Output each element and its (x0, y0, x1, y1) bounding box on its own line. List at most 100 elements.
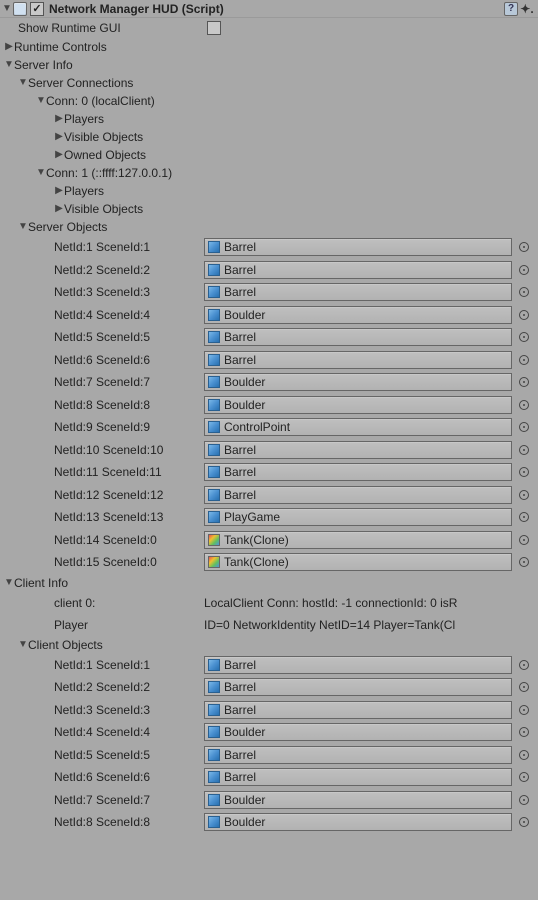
server-object-row: NetId:15 SceneId:0 Tank(Clone) (0, 551, 538, 574)
component-foldout-icon[interactable] (2, 3, 12, 15)
object-id-label: NetId:13 SceneId:13 (0, 510, 204, 524)
object-picker-icon[interactable] (516, 554, 532, 570)
connection-label: Conn: 1 (::ffff:127.0.0.1) (46, 166, 172, 180)
object-picker-icon[interactable] (516, 532, 532, 548)
object-id-label: NetId:9 SceneId:9 (0, 420, 204, 434)
object-id-label: NetId:3 SceneId:3 (0, 703, 204, 717)
object-picker-icon[interactable] (516, 442, 532, 458)
show-runtime-gui-row: Show Runtime GUI (0, 18, 538, 38)
client-objects-foldout[interactable]: Client Objects (0, 636, 538, 654)
object-field[interactable]: Barrel (204, 328, 512, 346)
client-object-row: NetId:5 SceneId:5 Barrel (0, 744, 538, 767)
connection-foldout[interactable]: Conn: 0 (localClient) (0, 92, 538, 110)
object-field[interactable]: Barrel (204, 656, 512, 674)
object-picker-icon[interactable] (516, 284, 532, 300)
connection-child-label: Visible Objects (64, 202, 143, 216)
object-id-label: NetId:5 SceneId:5 (0, 748, 204, 762)
object-field[interactable]: Barrel (204, 768, 512, 786)
object-name: Boulder (224, 308, 265, 322)
server-connections-label: Server Connections (28, 76, 133, 90)
prefab-cube-icon (208, 489, 220, 501)
object-picker-icon[interactable] (516, 769, 532, 785)
object-picker-icon[interactable] (516, 464, 532, 480)
connection-child-foldout[interactable]: Visible Objects (0, 200, 538, 218)
server-connections-foldout[interactable]: Server Connections (0, 74, 538, 92)
object-field[interactable]: Barrel (204, 238, 512, 256)
object-picker-icon[interactable] (516, 239, 532, 255)
connection-child-foldout[interactable]: Owned Objects (0, 146, 538, 164)
client-info-foldout[interactable]: Client Info (0, 574, 538, 592)
object-field[interactable]: Boulder (204, 723, 512, 741)
server-info-foldout[interactable]: Server Info (0, 56, 538, 74)
server-object-row: NetId:14 SceneId:0 Tank(Clone) (0, 529, 538, 552)
object-field[interactable]: Barrel (204, 746, 512, 764)
object-field[interactable]: Tank(Clone) (204, 553, 512, 571)
server-object-row: NetId:3 SceneId:3 Barrel (0, 281, 538, 304)
object-picker-icon[interactable] (516, 352, 532, 368)
object-picker-icon[interactable] (516, 397, 532, 413)
object-picker-icon[interactable] (516, 702, 532, 718)
object-picker-icon[interactable] (516, 679, 532, 695)
object-field[interactable]: Barrel (204, 486, 512, 504)
object-id-label: NetId:4 SceneId:4 (0, 308, 204, 322)
gear-icon[interactable]: ✦. (520, 2, 534, 16)
object-picker-icon[interactable] (516, 307, 532, 323)
object-field[interactable]: Barrel (204, 441, 512, 459)
show-runtime-gui-checkbox[interactable] (207, 21, 221, 35)
object-name: Boulder (224, 725, 265, 739)
object-picker-icon[interactable] (516, 724, 532, 740)
server-objects-foldout[interactable]: Server Objects (0, 218, 538, 236)
object-field[interactable]: Boulder (204, 813, 512, 831)
client-0-label: client 0: (0, 596, 204, 610)
object-id-label: NetId:2 SceneId:2 (0, 680, 204, 694)
object-field[interactable]: Barrel (204, 463, 512, 481)
player-label: Player (0, 618, 204, 632)
prefab-cube-icon (208, 399, 220, 411)
server-object-row: NetId:2 SceneId:2 Barrel (0, 259, 538, 282)
object-picker-icon[interactable] (516, 747, 532, 763)
object-field[interactable]: Barrel (204, 351, 512, 369)
client-object-row: NetId:7 SceneId:7 Boulder (0, 789, 538, 812)
object-field[interactable]: Barrel (204, 701, 512, 719)
connection-child-foldout[interactable]: Players (0, 110, 538, 128)
object-field[interactable]: ControlPoint (204, 418, 512, 436)
object-picker-icon[interactable] (516, 792, 532, 808)
server-object-row: NetId:1 SceneId:1 Barrel (0, 236, 538, 259)
object-id-label: NetId:8 SceneId:8 (0, 398, 204, 412)
connection-child-foldout[interactable]: Players (0, 182, 538, 200)
object-field[interactable]: Boulder (204, 373, 512, 391)
object-field[interactable]: Boulder (204, 791, 512, 809)
object-id-label: NetId:6 SceneId:6 (0, 353, 204, 367)
prefab-cube-icon (208, 704, 220, 716)
client-object-row: NetId:8 SceneId:8 Boulder (0, 811, 538, 834)
object-field[interactable]: Barrel (204, 261, 512, 279)
prefab-cube-icon (208, 534, 220, 546)
runtime-controls-foldout[interactable]: Runtime Controls (0, 38, 538, 56)
connection-child-foldout[interactable]: Visible Objects (0, 128, 538, 146)
object-picker-icon[interactable] (516, 487, 532, 503)
object-picker-icon[interactable] (516, 657, 532, 673)
object-name: Barrel (224, 353, 256, 367)
object-picker-icon[interactable] (516, 509, 532, 525)
object-field[interactable]: Barrel (204, 283, 512, 301)
object-picker-icon[interactable] (516, 374, 532, 390)
object-field[interactable]: Barrel (204, 678, 512, 696)
object-name: Barrel (224, 465, 256, 479)
component-enable-checkbox[interactable] (30, 2, 44, 16)
object-field[interactable]: Tank(Clone) (204, 531, 512, 549)
connection-foldout[interactable]: Conn: 1 (::ffff:127.0.0.1) (0, 164, 538, 182)
object-picker-icon[interactable] (516, 329, 532, 345)
object-picker-icon[interactable] (516, 419, 532, 435)
prefab-cube-icon (208, 331, 220, 343)
object-field[interactable]: Boulder (204, 396, 512, 414)
object-field[interactable]: Boulder (204, 306, 512, 324)
prefab-cube-icon (208, 794, 220, 806)
object-name: Barrel (224, 770, 256, 784)
help-icon[interactable]: ? (504, 2, 518, 16)
object-picker-icon[interactable] (516, 262, 532, 278)
object-field[interactable]: PlayGame (204, 508, 512, 526)
object-picker-icon[interactable] (516, 814, 532, 830)
object-id-label: NetId:6 SceneId:6 (0, 770, 204, 784)
server-object-row: NetId:13 SceneId:13 PlayGame (0, 506, 538, 529)
connection-label: Conn: 0 (localClient) (46, 94, 155, 108)
